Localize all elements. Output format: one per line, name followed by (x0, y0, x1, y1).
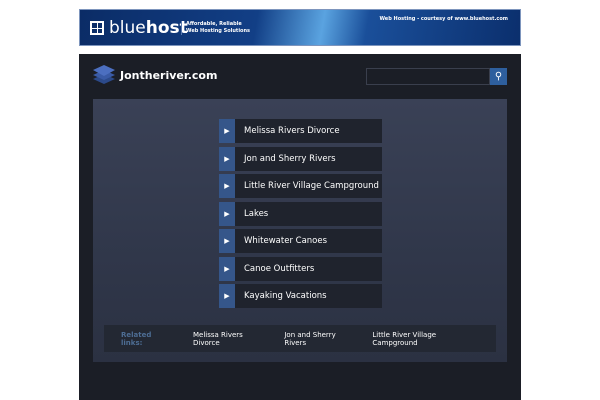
link-item[interactable]: ▶ Kayaking Vacations (219, 284, 382, 308)
arrow-right-icon: ▶ (219, 284, 235, 308)
link-label: Whitewater Canoes (244, 236, 328, 246)
link-item[interactable]: ▶ Jon and Sherry Rivers (219, 146, 382, 171)
related-label: Related links: (121, 330, 152, 347)
related-link[interactable]: Little River Village Campground (372, 331, 483, 347)
tagline-1: Affordable, Reliable (186, 21, 242, 27)
brand-light: blue (109, 18, 146, 38)
link-label: Little River Village Campground (244, 181, 379, 191)
related-links-bar: Related links: Melissa Rivers Divorce Jo… (104, 325, 496, 352)
arrow-right-icon: ▶ (219, 229, 235, 253)
links-panel: ▶ Melissa Rivers Divorce ▶ Jon and Sherry … (93, 99, 507, 362)
arrow-right-icon: ▶ (219, 146, 235, 171)
arrow-right-icon: ▶ (219, 201, 235, 226)
arrow-right-icon: ▶ (219, 174, 235, 198)
search-input[interactable] (366, 68, 490, 85)
arrow-right-icon: ▶ (219, 119, 235, 143)
link-label: Jon and Sherry Rivers (244, 153, 336, 164)
arrow-right-icon: ▶ (219, 256, 235, 281)
site-name: Jontheriver.com (120, 69, 218, 82)
tagline-2: Web Hosting Solutions (186, 28, 251, 34)
grid-icon (90, 21, 104, 35)
site-logo-icon (93, 65, 115, 84)
link-item[interactable]: ▶ Lakes (219, 201, 382, 226)
bluehost-banner[interactable]: blue host Affordable, Reliable Web Hosting… (79, 9, 521, 46)
parking-page: Jontheriver.com ⚲ ▶ Melissa Rivers Divorc… (79, 54, 521, 400)
search-button[interactable]: ⚲ (490, 68, 507, 85)
related-link[interactable]: Jon and Sherry Rivers (284, 331, 359, 347)
related-link[interactable]: Melissa Rivers Divorce (193, 331, 271, 347)
link-item[interactable]: ▶ Little River Village Campground (219, 174, 382, 198)
link-item[interactable]: ▶ Canoe Outfitters (219, 256, 382, 281)
link-item[interactable]: ▶ Melissa Rivers Divorce (219, 119, 382, 143)
link-label: Kayaking Vacations (244, 291, 327, 301)
bluehost-logo: blue host (90, 18, 188, 38)
search-icon: ⚲ (494, 71, 503, 82)
link-item[interactable]: ▶ Whitewater Canoes (219, 229, 382, 253)
banner-courtesy: Web Hosting - courtesy of www.bluehost.c… (379, 16, 508, 22)
link-label: Melissa Rivers Divorce (244, 126, 340, 136)
link-label: Lakes (244, 208, 269, 219)
banner-tagline: Affordable, Reliable Web Hosting Solution… (181, 21, 250, 35)
link-label: Canoe Outfitters (244, 263, 315, 274)
